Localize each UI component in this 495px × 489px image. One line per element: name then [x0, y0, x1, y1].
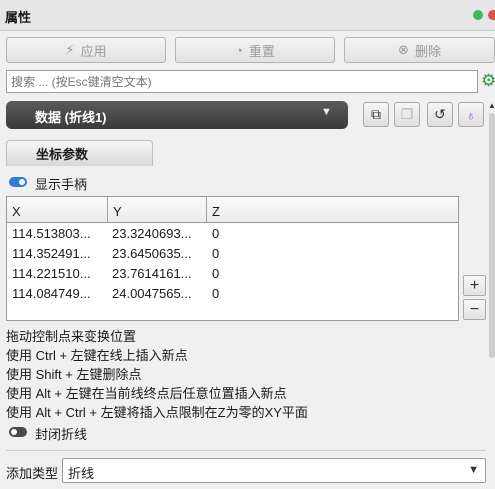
scrollbar-thumb[interactable]: [489, 113, 495, 358]
lightning-icon: ⚡: [65, 42, 75, 57]
close-polyline-toggle[interactable]: [9, 427, 27, 437]
delete-button[interactable]: ⊗ 删除: [344, 37, 495, 63]
cell-y[interactable]: 23.3240693...: [112, 226, 192, 241]
user-button[interactable]: ♁: [458, 102, 484, 127]
search-input[interactable]: [6, 70, 478, 93]
hint-text: 使用 Shift + 左键删除点: [6, 367, 142, 382]
apply-label: 应用: [80, 43, 107, 59]
cell-y[interactable]: 23.7614161...: [112, 266, 192, 281]
settings-gear-icon[interactable]: ⚙: [481, 71, 495, 93]
table-row[interactable]: 114.513803... 23.3240693... 0: [7, 224, 458, 244]
cell-x[interactable]: 114.221510...: [12, 266, 91, 281]
hint-text: 使用 Ctrl + 左键在线上插入新点: [6, 348, 188, 363]
paste-button[interactable]: ❐: [394, 102, 420, 127]
add-type-value: 折线: [68, 466, 95, 481]
cell-x[interactable]: 114.352491...: [12, 246, 91, 261]
table-row[interactable]: 114.084749... 24.0047565... 0: [7, 284, 458, 304]
apply-button[interactable]: ⚡ 应用: [6, 37, 166, 63]
points-table: X Y Z 114.513803... 23.3240693... 0 114.…: [6, 196, 459, 321]
history-icon: ↺: [434, 106, 446, 122]
cell-y[interactable]: 24.0047565...: [112, 286, 192, 301]
history-button[interactable]: ↺: [427, 102, 453, 127]
table-header: X Y Z: [7, 197, 458, 223]
reset-label: 重置: [248, 43, 275, 59]
window-title: 属性: [5, 10, 32, 25]
delete-label: 删除: [414, 43, 441, 59]
object-selector-value: 数据 (折线1): [35, 110, 107, 125]
cell-y[interactable]: 23.6450635...: [112, 246, 192, 261]
toggle-knob: [11, 429, 17, 435]
copy-button[interactable]: ⧉: [363, 102, 389, 127]
column-header-y[interactable]: Y: [108, 197, 207, 223]
add-type-label: 添加类型: [6, 466, 59, 481]
cell-z[interactable]: 0: [212, 246, 219, 261]
remove-point-button[interactable]: −: [463, 299, 486, 320]
chevron-down-icon: ▼: [321, 106, 332, 118]
table-row[interactable]: 114.221510... 23.7614161... 0: [7, 264, 458, 284]
cell-z[interactable]: 0: [212, 226, 219, 241]
user-icon: ♁: [465, 106, 477, 123]
hint-text: 拖动控制点来变换位置: [6, 329, 137, 344]
tab-coordinate-params[interactable]: 坐标参数: [6, 140, 153, 166]
cell-x[interactable]: 114.513803...: [12, 226, 91, 241]
vertical-scrollbar[interactable]: ▲: [488, 101, 495, 361]
show-handle-toggle[interactable]: [9, 177, 27, 187]
add-point-button[interactable]: +: [463, 275, 486, 296]
copy-icon: ⧉: [371, 106, 381, 122]
reset-button[interactable]: ◔ 重置: [175, 37, 335, 63]
chevron-down-icon: ▼: [468, 464, 479, 476]
column-header-x[interactable]: X: [7, 197, 108, 223]
table-row[interactable]: 114.352491... 23.6450635... 0: [7, 244, 458, 264]
toggle-knob: [19, 179, 25, 185]
column-header-z[interactable]: Z: [207, 197, 458, 223]
divider: [6, 450, 486, 451]
hint-text: 使用 Alt + Ctrl + 左键将插入点限制在Z为零的XY平面: [6, 405, 308, 420]
close-dot-icon[interactable]: [488, 10, 495, 20]
paste-icon: ❐: [400, 106, 414, 122]
maximize-dot-icon[interactable]: [473, 10, 483, 20]
show-handle-label: 显示手柄: [35, 177, 88, 192]
cell-z[interactable]: 0: [212, 266, 219, 281]
title-bar: 属性: [0, 0, 495, 31]
cell-z[interactable]: 0: [212, 286, 219, 301]
hint-text: 使用 Alt + 左键在当前线终点后任意位置插入新点: [6, 386, 287, 401]
object-selector-dropdown[interactable]: 数据 (折线1) ▼: [6, 101, 348, 129]
cell-x[interactable]: 114.084749...: [12, 286, 91, 301]
add-type-select[interactable]: 折线 ▼: [62, 458, 486, 483]
delete-circle-icon: ⊗: [398, 42, 409, 57]
scroll-up-arrow-icon[interactable]: ▲: [488, 101, 495, 110]
gauge-icon: ◔: [235, 42, 243, 58]
close-polyline-label: 封闭折线: [35, 427, 88, 442]
